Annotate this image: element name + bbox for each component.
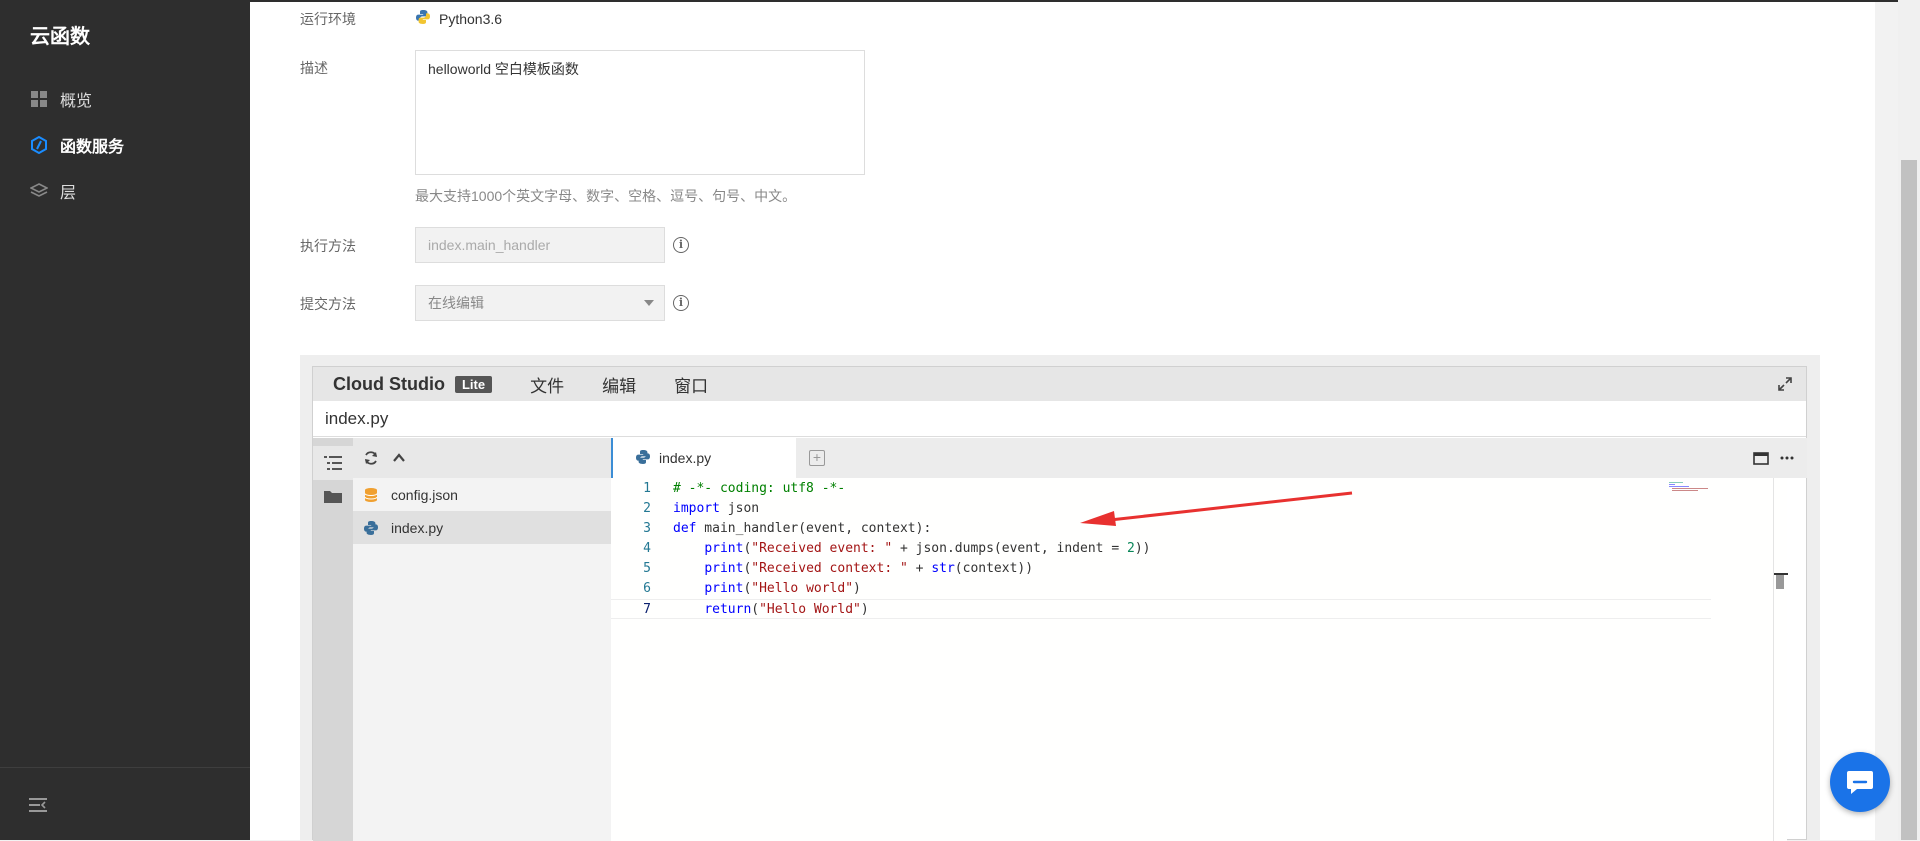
- handler-label: 执行方法: [300, 238, 356, 254]
- ide-brand: Cloud Studio Lite: [333, 373, 493, 395]
- python-file-icon: [363, 520, 379, 536]
- editor-scrollbar[interactable]: [1773, 478, 1788, 841]
- sidebar-item-overview[interactable]: 概览: [30, 86, 92, 112]
- chat-support-button[interactable]: [1830, 752, 1890, 812]
- menu-window[interactable]: 窗口: [674, 372, 708, 397]
- code-line: 5 print("Received context: " + str(conte…: [643, 561, 1034, 576]
- code-line: 6 print("Hello world"): [643, 581, 861, 596]
- ide-lite-badge: Lite: [454, 375, 493, 393]
- sidebar-brand: 云函数: [30, 26, 90, 48]
- submit-method-label: 提交方法: [300, 296, 356, 312]
- cloud-studio-ide: Cloud Studio Lite 文件 编辑 窗口 index.py conf…: [312, 366, 1807, 841]
- runtime-label: 运行环境: [300, 11, 356, 27]
- sidebar-item-layers[interactable]: 层: [30, 178, 76, 204]
- chat-icon: [1847, 771, 1873, 794]
- annotation-arrow: [1080, 491, 1353, 526]
- code-line: 4 print("Received event: " + json.dumps(…: [643, 541, 1151, 556]
- tree-item-index-py[interactable]: index.py: [353, 511, 611, 544]
- sidebar-divider: [0, 767, 250, 768]
- chevron-down-icon: [644, 300, 654, 306]
- submit-info-icon[interactable]: i: [673, 295, 689, 311]
- menu-edit[interactable]: 编辑: [602, 372, 636, 397]
- menu-file[interactable]: 文件: [530, 372, 564, 397]
- runtime-value-text: Python3.6: [439, 10, 503, 27]
- database-file-icon: [363, 487, 379, 503]
- tab-index-py[interactable]: index.py: [611, 438, 796, 478]
- tree-item-config-json[interactable]: config.json: [353, 478, 611, 511]
- handler-info-icon[interactable]: i: [673, 237, 689, 253]
- sidebar: 云函数 概览 函数服务 层: [0, 0, 250, 840]
- layers-icon: [30, 182, 48, 200]
- folder-icon[interactable]: [323, 488, 343, 506]
- sidebar-item-label: 函数服务: [60, 139, 125, 156]
- handler-input[interactable]: index.main_handler: [415, 227, 665, 263]
- submit-method-value: 在线编辑: [428, 295, 484, 311]
- submit-method-select[interactable]: 在线编辑: [415, 285, 665, 321]
- activity-bar: [313, 438, 353, 841]
- code-line-current: 7 return("Hello World"): [611, 599, 1711, 619]
- expand-icon[interactable]: [1778, 377, 1792, 391]
- description-hint: 最大支持1000个英文字母、数字、空格、逗号、句号、中文。: [415, 188, 797, 204]
- description-textarea[interactable]: helloworld 空白模板函数: [415, 50, 865, 175]
- collapse-up-icon[interactable]: [391, 450, 407, 466]
- sidebar-item-function-service[interactable]: 函数服务: [30, 132, 124, 158]
- function-service-icon: [30, 136, 48, 154]
- scroll-thumb[interactable]: [1776, 575, 1784, 589]
- description-label: 描述: [300, 60, 328, 76]
- tree-list-icon: [324, 456, 342, 470]
- dashboard-icon: [30, 90, 48, 108]
- tree-item-label: index.py: [391, 519, 444, 536]
- code-minimap[interactable]: [1669, 480, 1729, 491]
- tab-label: index.py: [659, 450, 712, 466]
- runtime-value: Python3.6: [415, 9, 502, 28]
- file-tree: config.json index.py: [353, 438, 611, 841]
- editor-tabs: index.py +: [611, 438, 1807, 478]
- maximize-panel-icon[interactable]: [1753, 450, 1769, 466]
- collapse-sidebar-icon[interactable]: [28, 796, 48, 814]
- ide-file-title: index.py: [313, 401, 1806, 437]
- code-editor[interactable]: 1 # -*- coding: utf8 -*- 2 import json 3 de…: [611, 478, 1788, 841]
- more-options-icon[interactable]: [1779, 450, 1795, 466]
- file-tree-toggle[interactable]: [313, 446, 353, 480]
- page-scrollbar-thumb[interactable]: [1901, 160, 1917, 840]
- sidebar-item-label: 概览: [60, 93, 93, 110]
- ide-brand-name: Cloud Studio: [333, 373, 445, 394]
- tree-toolbar: [353, 438, 611, 478]
- refresh-icon[interactable]: [363, 450, 379, 466]
- page-scrollbar[interactable]: [1898, 0, 1920, 840]
- python-icon: [415, 9, 431, 28]
- tree-item-label: config.json: [391, 486, 458, 503]
- ide-menubar: Cloud Studio Lite 文件 编辑 窗口: [313, 367, 1806, 401]
- sidebar-item-label: 层: [60, 185, 77, 202]
- python-file-icon: [635, 449, 651, 468]
- add-tab-icon[interactable]: +: [809, 450, 825, 466]
